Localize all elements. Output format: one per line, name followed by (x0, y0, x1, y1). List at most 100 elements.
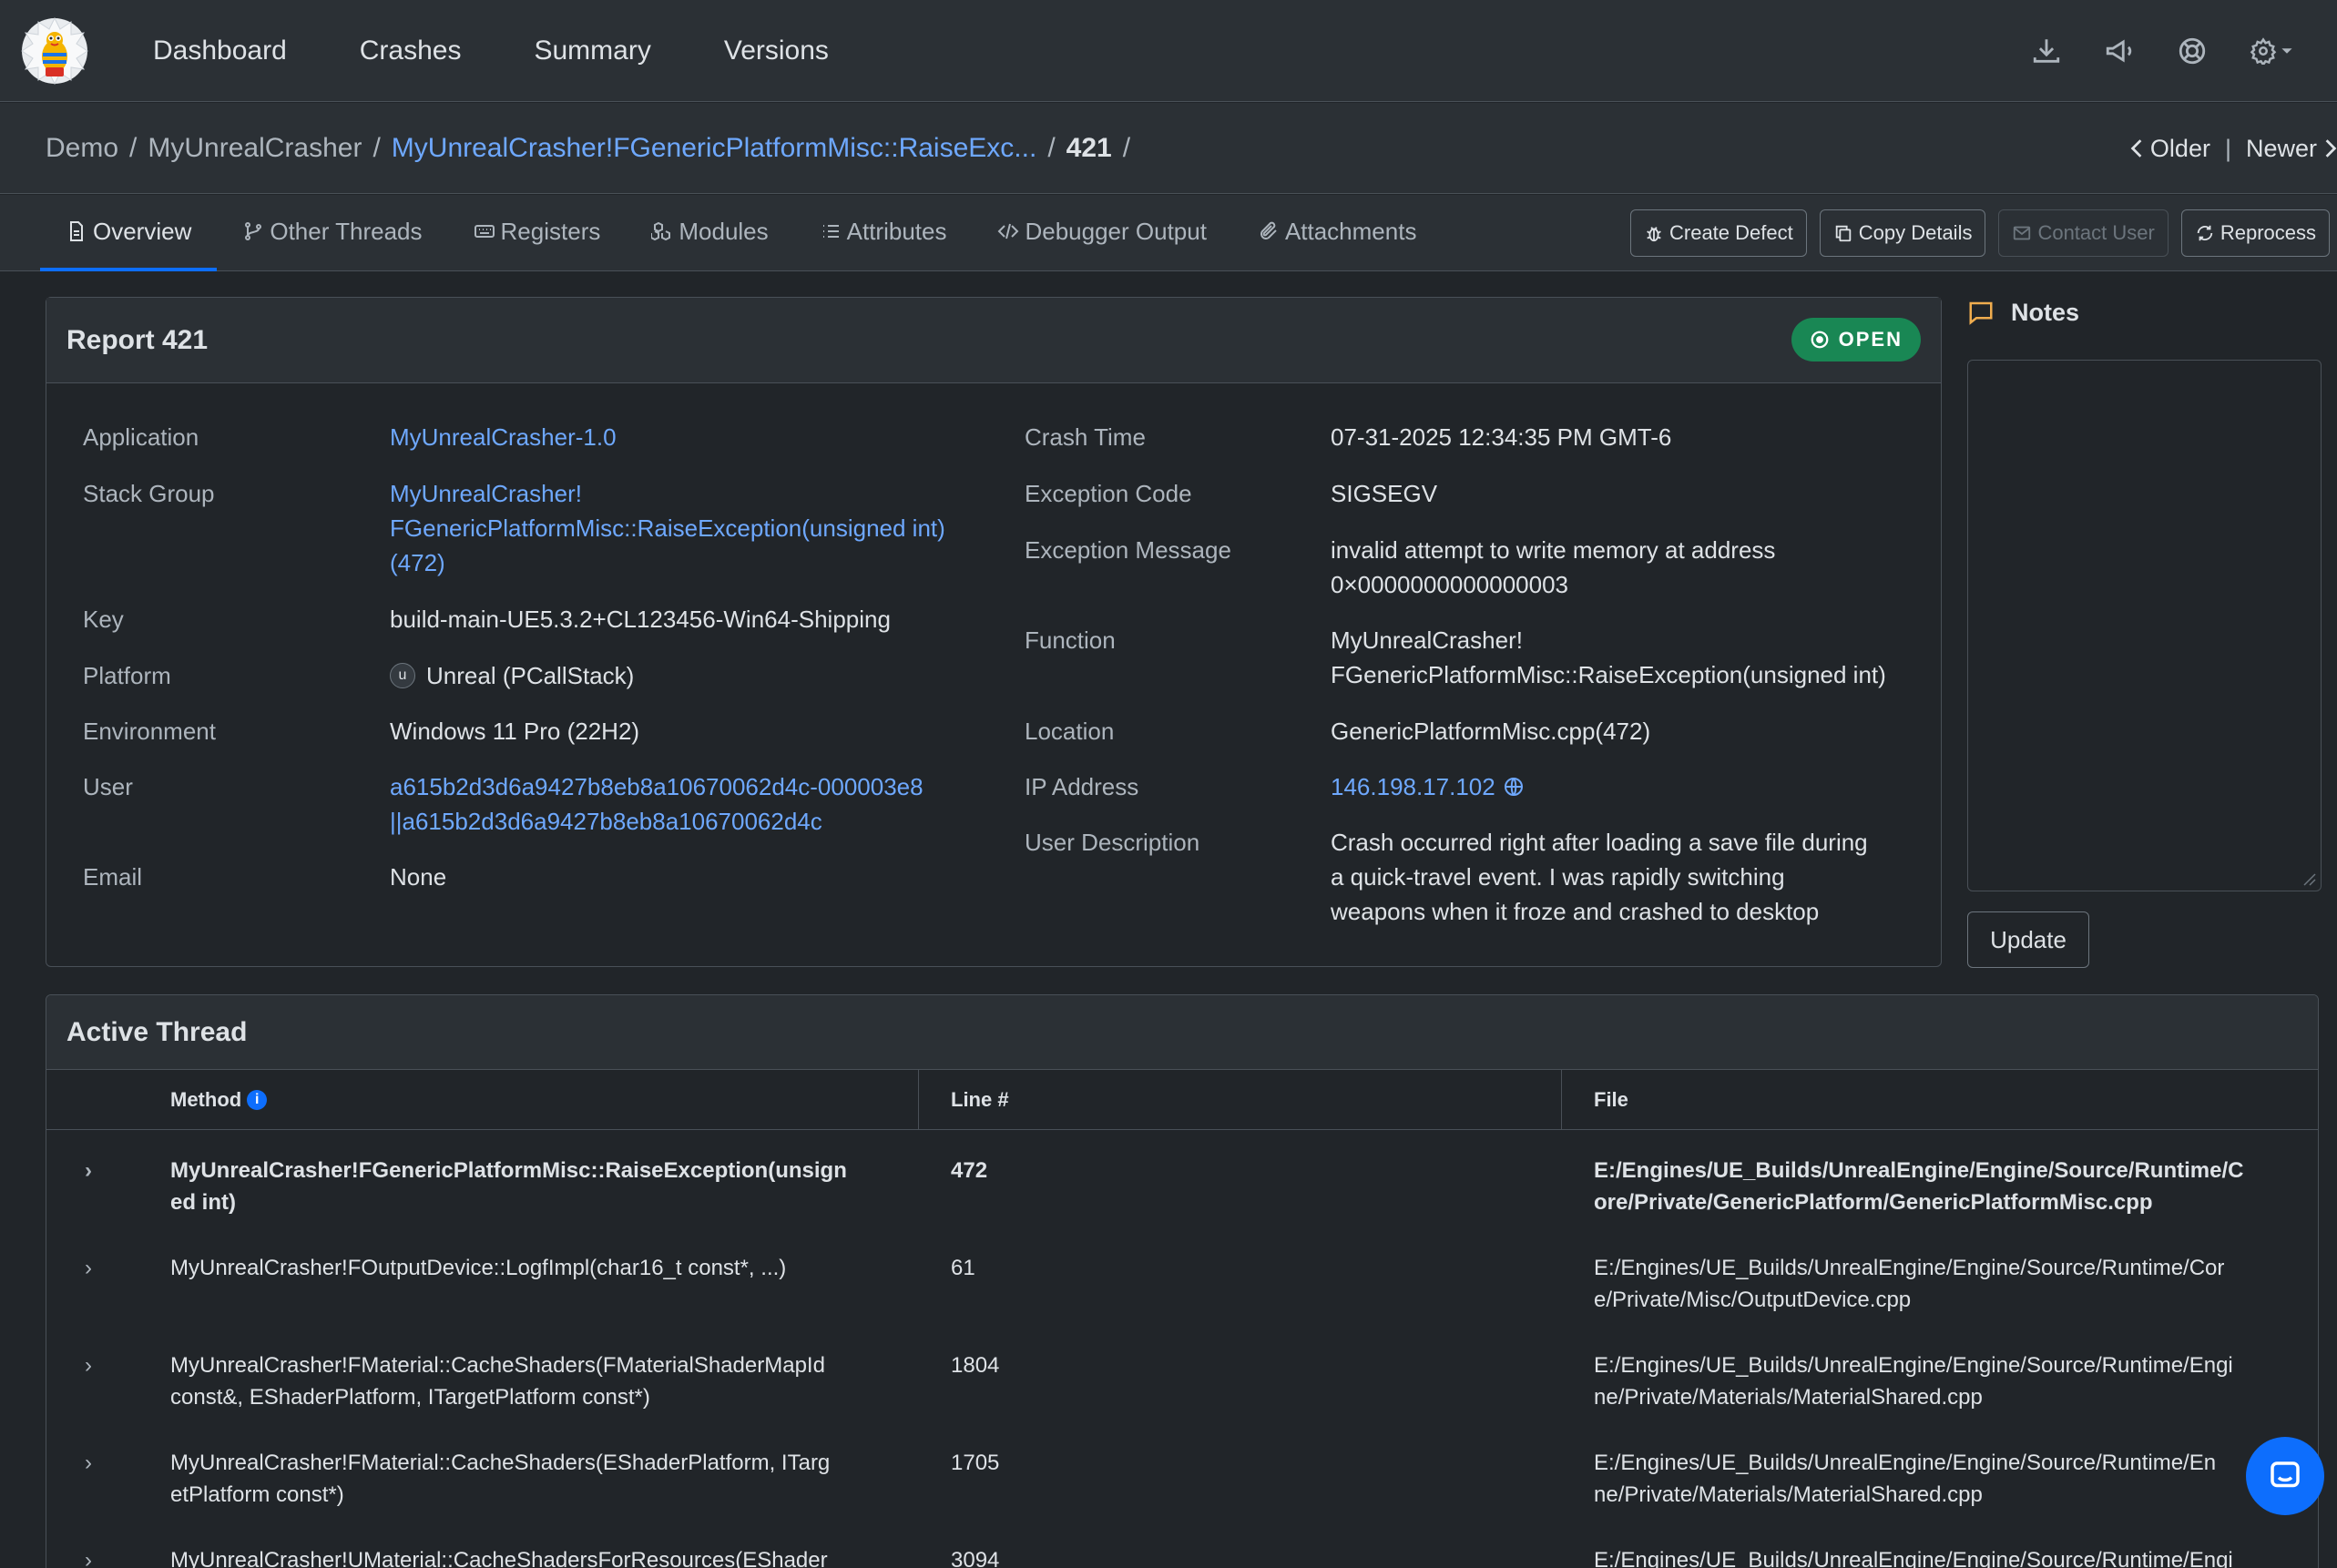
file-icon (70, 221, 83, 241)
row-line: 472 (951, 1158, 988, 1183)
tab-attachments[interactable]: Attachments (1232, 195, 1443, 271)
code-icon (998, 223, 1019, 239)
nav-dashboard[interactable]: Dashboard (153, 36, 287, 66)
tab-label: Registers (500, 217, 601, 245)
row-line: 3094 (951, 1548, 1000, 1568)
tab-debugger-output[interactable]: Debugger Output (972, 195, 1231, 271)
list-icon (822, 225, 839, 238)
breadcrumb-report-id: 421 (1066, 133, 1112, 163)
info-icon[interactable]: i (247, 1090, 268, 1110)
label-function: Function (1025, 626, 1116, 654)
thread-table-header: Method i Line # File (46, 1070, 2318, 1130)
breadcrumb-separator: / (372, 133, 381, 163)
ip-address-text: 146.198.17.102 (1331, 773, 1495, 800)
label-platform: Platform (83, 662, 171, 689)
tab-label: Other Threads (270, 217, 423, 245)
keyboard-icon (474, 225, 495, 238)
value-location: GenericPlatformMisc.cpp(472) (1331, 718, 1651, 745)
tab-other-threads[interactable]: Other Threads (217, 195, 447, 271)
copy-details-button[interactable]: Copy Details (1819, 209, 1986, 257)
tab-modules[interactable]: Modules (626, 195, 793, 271)
nav-versions[interactable]: Versions (724, 36, 829, 66)
support-chat-button[interactable] (2246, 1437, 2324, 1515)
breadcrumb-separator: / (129, 133, 138, 163)
column-divider (1561, 1070, 1562, 1130)
value-application[interactable]: MyUnrealCrasher-1.0 (390, 420, 617, 454)
row-file: E:/Engines/UE_Builds/UnrealEngine/Engine… (1594, 1548, 2233, 1568)
value-user[interactable]: a615b2d3d6a9427b8eb8a10670062d4c-000003e… (390, 769, 924, 839)
older-button[interactable]: Older (2150, 135, 2210, 163)
paperclip-icon (1260, 221, 1277, 239)
value-stack-group[interactable]: MyUnrealCrasher! FGenericPlatformMisc::R… (390, 476, 945, 580)
tab-overview[interactable]: Overview (40, 195, 218, 271)
row-method: MyUnrealCrasher!UMaterial::CacheShadersF… (170, 1548, 828, 1568)
contact-user-button[interactable]: Contact User (1998, 209, 2169, 257)
row-method: MyUnrealCrasher!FOutputDevice::LogfImpl(… (170, 1256, 787, 1280)
download-icon[interactable] (2031, 36, 2062, 66)
chevron-right-icon[interactable]: › (85, 1447, 92, 1479)
newer-button[interactable]: Newer (2246, 135, 2317, 163)
label-application: Application (83, 423, 199, 451)
settings-gear-icon[interactable] (2250, 36, 2301, 66)
top-navbar: Dashboard Crashes Summary Versions (0, 0, 2337, 102)
label-exception-code: Exception Code (1025, 480, 1192, 507)
button-label: Contact User (2037, 221, 2155, 244)
report-card: Report 421 OPEN Application MyUnrealCras… (46, 297, 1942, 967)
update-notes-button[interactable]: Update (1967, 911, 2089, 968)
app-logo[interactable] (18, 15, 91, 87)
tab-label: Debugger Output (1025, 217, 1207, 245)
row-line: 1804 (951, 1353, 1000, 1378)
git-branch-icon (245, 222, 262, 240)
chevron-right-icon[interactable]: › (85, 1349, 92, 1381)
row-method: MyUnrealCrasher!FGenericPlatformMisc::Ra… (170, 1158, 847, 1215)
value-environment: Windows 11 Pro (22H2) (390, 718, 640, 745)
row-file: E:/Engines/UE_Builds/UnrealEngine/Engine… (1594, 1256, 2225, 1312)
envelope-icon (2014, 226, 2031, 240)
megaphone-icon[interactable] (2104, 36, 2135, 66)
resize-handle-icon[interactable] (2299, 869, 2317, 887)
column-file[interactable]: File (1594, 1070, 1628, 1130)
value-ip-address[interactable]: 146.198.17.102 (1331, 769, 1525, 804)
reprocess-button[interactable]: Reprocess (2180, 209, 2330, 257)
report-title: Report 421 (66, 324, 209, 355)
lifebuoy-icon[interactable] (2177, 36, 2208, 66)
chevron-right-icon[interactable]: › (85, 1544, 92, 1568)
chevron-right-icon[interactable]: › (85, 1155, 92, 1186)
chevron-right-icon[interactable]: › (85, 1252, 92, 1284)
row-file: E:/Engines/UE_Builds/UnrealEngine/Engine… (1594, 1451, 2217, 1507)
boxes-icon (651, 221, 671, 241)
notes-header: Notes (1967, 297, 2079, 328)
tab-attributes[interactable]: Attributes (794, 195, 973, 271)
value-platform: u Unreal (PCallStack) (390, 658, 634, 693)
value-key: build-main-UE5.3.2+CL123456-Win64-Shippi… (390, 606, 891, 633)
row-method: MyUnrealCrasher!FMaterial::CacheShaders(… (170, 1451, 831, 1507)
button-label: Create Defect (1669, 221, 1793, 244)
chat-square-icon (1969, 301, 1993, 325)
tab-label: Overview (93, 217, 192, 245)
refresh-icon (2197, 225, 2213, 241)
row-file: E:/Engines/UE_Builds/UnrealEngine/Engine… (1594, 1158, 2244, 1215)
label-exception-message: Exception Message (1025, 536, 1231, 564)
notes-textarea[interactable] (1967, 360, 2322, 891)
value-email: None (390, 863, 447, 891)
label-stack-group: Stack Group (83, 480, 215, 507)
column-method[interactable]: Method i (170, 1070, 268, 1130)
breadcrumb-separator: / (1122, 133, 1131, 163)
label-key: Key (83, 606, 124, 633)
label-ip-address: IP Address (1025, 773, 1139, 800)
nav-crashes[interactable]: Crashes (360, 36, 462, 66)
row-file: E:/Engines/UE_Builds/UnrealEngine/Engine… (1594, 1353, 2233, 1410)
copy-icon (1835, 225, 1851, 242)
row-line: 61 (951, 1256, 975, 1280)
nav-summary[interactable]: Summary (534, 36, 650, 66)
globe-icon (1504, 778, 1523, 796)
breadcrumb-stack-group[interactable]: MyUnrealCrasher!FGenericPlatformMisc::Ra… (392, 133, 1037, 164)
tab-registers[interactable]: Registers (448, 195, 627, 271)
column-line[interactable]: Line # (951, 1070, 1009, 1130)
value-crash-time: 07-31-2025 12:34:35 PM GMT-6 (1331, 423, 1672, 451)
create-defect-button[interactable]: Create Defect (1630, 209, 1807, 257)
tab-label: Attributes (846, 217, 947, 245)
value-function: MyUnrealCrasher! FGenericPlatformMisc::R… (1331, 626, 1886, 688)
breadcrumb-demo[interactable]: Demo (46, 133, 118, 164)
breadcrumb-app[interactable]: MyUnrealCrasher (148, 133, 362, 164)
